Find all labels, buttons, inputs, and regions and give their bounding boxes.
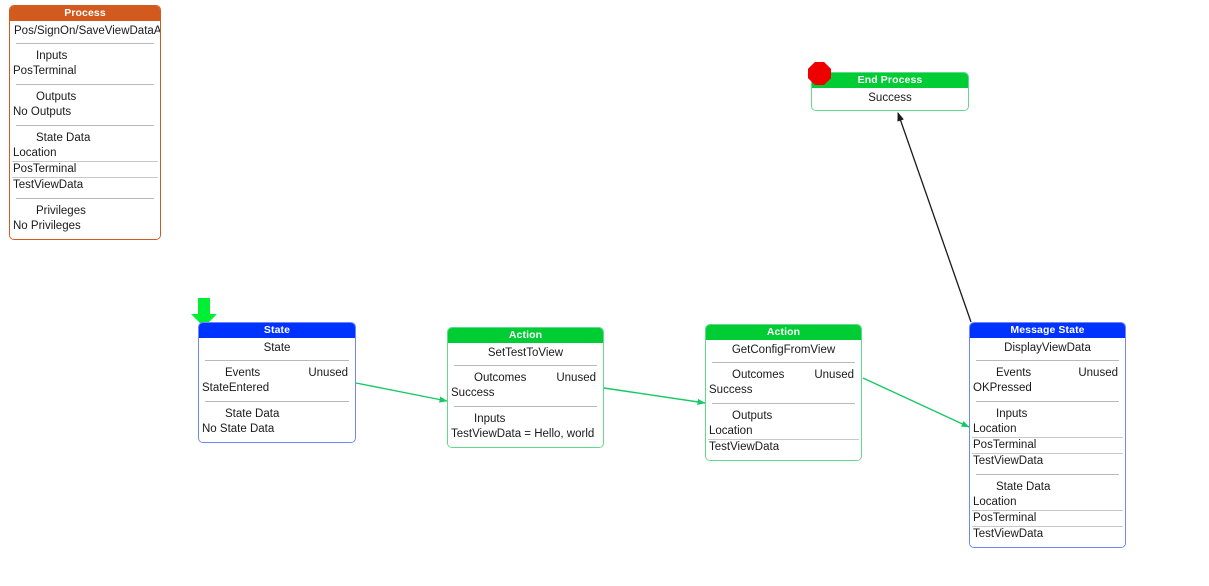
node-state-body: State Events Unused StateEntered State D…	[199, 338, 355, 442]
edge-messagestate-to-endprocess	[897, 112, 972, 323]
section-row: TestViewData	[973, 528, 1044, 540]
section-row: No Outputs	[13, 106, 72, 118]
section-outcomes: Outcomes Unused Success	[448, 366, 603, 401]
edge-state-to-action1	[355, 382, 448, 403]
node-end-process-title: Success	[868, 92, 912, 104]
section-privileges: Privileges No Privileges	[10, 199, 160, 234]
node-message-state-title: DisplayViewData	[1004, 342, 1091, 354]
section-label: State Data	[225, 408, 280, 420]
unused-badge: Unused	[814, 369, 854, 381]
section-state-data: State Data Location PosTerminal TestView…	[970, 475, 1125, 542]
section-state-data: State Data Location PosTerminal TestView…	[10, 126, 160, 193]
node-state-title: State	[263, 342, 291, 354]
section-row: TestViewData = Hello, world	[451, 428, 595, 440]
section-outcomes: Outcomes Unused Success	[706, 363, 861, 398]
section-label: Outputs	[732, 410, 773, 422]
section-inputs: Inputs Location PosTerminal TestViewData	[970, 402, 1125, 469]
section-row: PosTerminal	[973, 439, 1037, 451]
node-action1-title: SetTestToView	[487, 347, 564, 359]
section-row: Location	[973, 496, 1017, 508]
node-action-set-test-to-view[interactable]: Action SetTestToView Outcomes Unused Suc…	[447, 327, 604, 448]
section-label-text: Outcomes	[474, 372, 527, 384]
section-inputs: Inputs PosTerminal	[10, 44, 160, 79]
section-label: Privileges	[36, 205, 86, 217]
node-action1-header: Action	[448, 328, 603, 343]
section-row: TestViewData	[709, 441, 780, 453]
section-label-text: Outcomes	[732, 369, 785, 381]
section-outputs: Outputs No Outputs	[10, 85, 160, 120]
section-label: Events Unused	[970, 365, 1125, 381]
node-end-process[interactable]: End Process Success	[811, 72, 969, 111]
section-events: Events Unused StateEntered	[199, 361, 355, 396]
section-row: No Privileges	[13, 220, 81, 232]
node-end-process-header: End Process	[812, 73, 968, 88]
unused-badge: Unused	[556, 372, 596, 384]
unused-badge: Unused	[308, 367, 348, 379]
node-action2-body: GetConfigFromView Outcomes Unused Succes…	[706, 340, 861, 460]
section-label-text: Events	[996, 367, 1032, 379]
section-row: TestViewData	[973, 455, 1044, 467]
edge-action1-to-action2	[603, 387, 706, 405]
section-row: PosTerminal	[973, 512, 1037, 524]
section-row: TestViewData	[13, 179, 84, 191]
section-label: Inputs	[996, 408, 1028, 420]
section-label: State Data	[36, 132, 91, 144]
section-row: Location	[973, 423, 1017, 435]
node-action2-header: Action	[706, 325, 861, 340]
node-message-state[interactable]: Message State DisplayViewData Events Unu…	[969, 322, 1126, 548]
node-action2-title: GetConfigFromView	[731, 344, 836, 356]
section-row: StateEntered	[202, 382, 270, 394]
section-label: Inputs	[474, 413, 506, 425]
section-row: PosTerminal	[13, 163, 77, 175]
section-label: Outcomes Unused	[706, 367, 861, 383]
node-action1-body: SetTestToView Outcomes Unused Success In…	[448, 343, 603, 447]
node-process-body: Pos/SignOn/SaveViewDataAt... Inputs PosT…	[10, 21, 160, 239]
node-process-title: Pos/SignOn/SaveViewDataAt...	[14, 25, 161, 37]
edge-action2-to-messagestate	[862, 377, 970, 428]
section-label: Outcomes Unused	[448, 370, 603, 386]
node-end-process-body: Success	[812, 88, 968, 110]
section-label: Events Unused	[199, 365, 355, 381]
section-row: Location	[13, 147, 57, 159]
section-label: Inputs	[36, 50, 68, 62]
section-row: Success	[451, 387, 495, 399]
node-message-state-header: Message State	[970, 323, 1125, 338]
stop-icon	[808, 62, 831, 85]
section-row: OKPressed	[973, 382, 1032, 394]
section-label: State Data	[996, 481, 1051, 493]
section-label-text: Events	[225, 367, 261, 379]
node-process-header: Process	[10, 6, 160, 21]
section-label: Outputs	[36, 91, 77, 103]
section-row: PosTerminal	[13, 65, 77, 77]
section-row: Success	[709, 384, 753, 396]
unused-badge: Unused	[1078, 367, 1118, 379]
section-state-data: State Data No State Data	[199, 402, 355, 437]
section-row: Location	[709, 425, 753, 437]
node-message-state-body: DisplayViewData Events Unused OKPressed …	[970, 338, 1125, 547]
section-inputs: Inputs TestViewData = Hello, world	[448, 407, 603, 442]
section-row: No State Data	[202, 423, 275, 435]
section-events: Events Unused OKPressed	[970, 361, 1125, 396]
node-process[interactable]: Process Pos/SignOn/SaveViewDataAt... Inp…	[9, 5, 161, 240]
node-state-header: State	[199, 323, 355, 338]
section-outputs: Outputs Location TestViewData	[706, 404, 861, 455]
node-action-get-config-from-view[interactable]: Action GetConfigFromView Outcomes Unused…	[705, 324, 862, 461]
diagram-canvas: Process Pos/SignOn/SaveViewDataAt... Inp…	[0, 0, 1209, 586]
node-state[interactable]: State State Events Unused StateEntered S…	[198, 322, 356, 443]
